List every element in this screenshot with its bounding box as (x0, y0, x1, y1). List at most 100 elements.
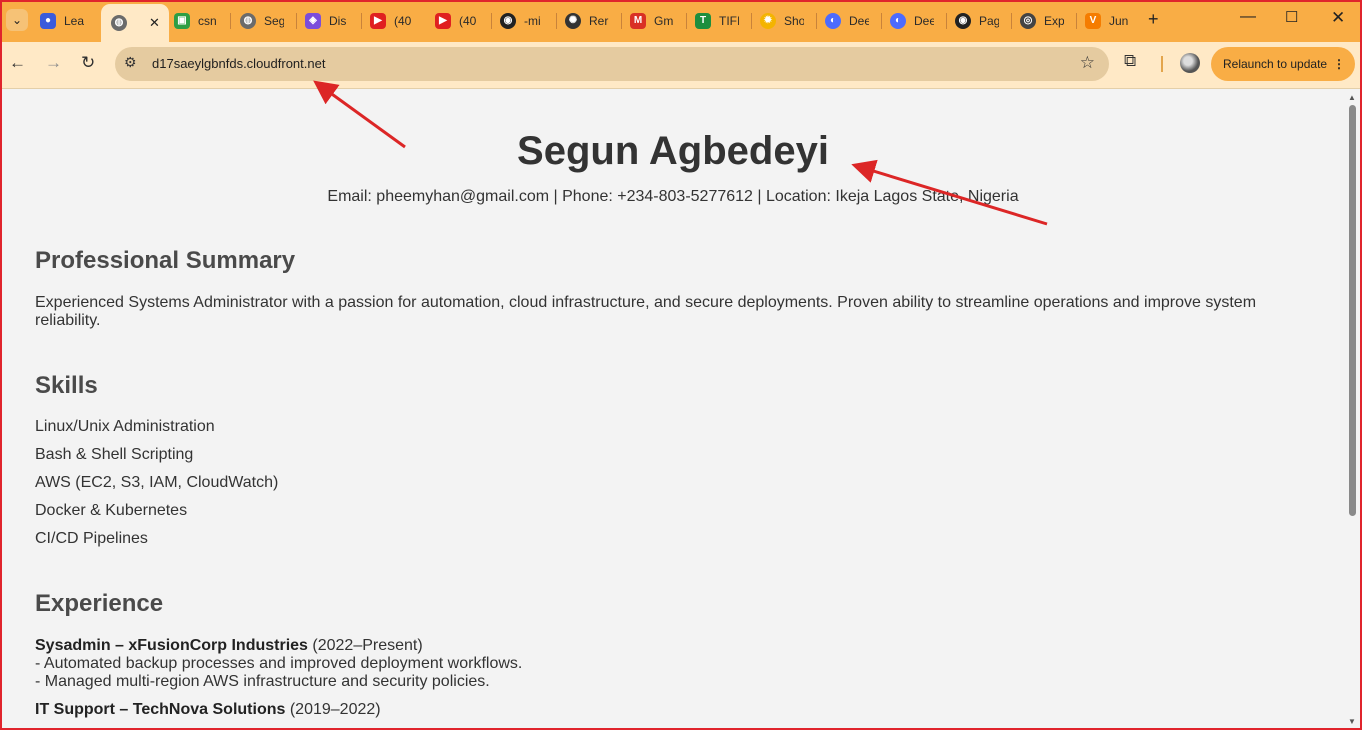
tab-separator (296, 13, 297, 29)
browser-tab[interactable]: ◐ Dee (890, 8, 942, 34)
reload-icon[interactable]: ↻ (81, 53, 95, 73)
tab-label: Lea (64, 14, 84, 28)
skill-item: Linux/Unix Administration (35, 418, 215, 435)
browser-toolbar: ← → ↻ ⚙ d17saeylgbnfds.cloudfront.net ☆ … (0, 42, 1362, 89)
close-window-icon[interactable]: ✕ (1331, 8, 1345, 28)
tab-separator (1011, 13, 1012, 29)
tab-label: csn (198, 14, 217, 28)
star-badge-icon: ✹ (760, 13, 776, 29)
browser-tab[interactable]: V Jun (1085, 8, 1137, 34)
tab-label: Jun (1109, 14, 1129, 28)
browser-tab[interactable]: ◉ -mi (500, 8, 552, 34)
youtube-icon: ▶ (435, 13, 451, 29)
tab-separator (230, 13, 231, 29)
browser-tab-active[interactable]: ◍ ✕ (101, 4, 169, 42)
browser-tab[interactable]: ◐ Dee (825, 8, 877, 34)
skill-item: AWS (EC2, S3, IAM, CloudWatch) (35, 474, 279, 491)
close-tab-icon[interactable]: ✕ (149, 15, 160, 31)
url-text[interactable]: d17saeylgbnfds.cloudfront.net (152, 56, 325, 71)
globe-icon: ◍ (111, 15, 127, 31)
tab-label: Dee (914, 14, 934, 28)
skill-item: CI/CD Pipelines (35, 530, 148, 547)
skill-item: Docker & Kubernetes (35, 502, 188, 519)
tab-separator (556, 13, 557, 29)
contact-line: Email: pheemyhan@gmail.com | Phone: +234… (327, 188, 1019, 205)
tab-separator (881, 13, 882, 29)
relaunch-label: Relaunch to update (1223, 57, 1328, 71)
tab-label: Exp (1044, 14, 1064, 28)
scroll-up-icon[interactable]: ▲ (1348, 93, 1356, 102)
tab-separator (491, 13, 492, 29)
job-entry: Sysadmin – xFusionCorp Industries (2022–… (35, 637, 522, 691)
openai-icon: ✺ (565, 13, 581, 29)
forward-icon[interactable]: → (45, 53, 62, 73)
tab-label: Gm (654, 14, 674, 28)
tab-label: Sho (784, 14, 804, 28)
tab-favicon-icon: ◎ (1020, 13, 1036, 29)
tab-label: Dee (849, 14, 869, 28)
browser-tab[interactable]: M Gm (630, 8, 682, 34)
tab-favicon-icon: ● (40, 13, 56, 29)
browser-tab[interactable]: ◈ Dis (305, 8, 357, 34)
sheets-icon: T (695, 13, 711, 29)
vertical-scrollbar[interactable]: ▲ ▼ (1344, 89, 1360, 728)
minimize-icon[interactable]: — (1240, 8, 1256, 26)
scroll-down-icon[interactable]: ▼ (1348, 717, 1356, 726)
gmail-icon: M (630, 13, 646, 29)
summary-text: Experienced Systems Administrator with a… (35, 294, 1257, 329)
tab-favicon-icon: ◈ (305, 13, 321, 29)
tab-separator (816, 13, 817, 29)
browser-tab[interactable]: ◎ Exp (1020, 8, 1072, 34)
new-tab-icon[interactable]: + (1148, 9, 1159, 30)
tab-separator (621, 13, 622, 29)
tab-search-chevron-icon[interactable]: ⌄ (6, 9, 28, 31)
job-bullet: - Managed multi-region AWS infrastructur… (35, 673, 490, 690)
tab-label: Pag (979, 14, 999, 28)
job-title: IT Support – TechNova Solutions (35, 701, 286, 718)
job-entry: IT Support – TechNova Solutions (2019–20… (35, 701, 381, 719)
tab-separator (946, 13, 947, 29)
relaunch-to-update-button[interactable]: Relaunch to update ⋮ (1211, 47, 1355, 81)
tab-strip: ⌄ ● Lea ◍ ✕ ▣ csn ◍ Seg ◈ Dis ▶ (40 ▶ (4… (0, 0, 1362, 42)
extensions-puzzle-icon[interactable]: ⧉ (1124, 51, 1136, 71)
back-icon[interactable]: ← (9, 53, 26, 73)
youtube-icon: ▶ (370, 13, 386, 29)
browser-tab[interactable]: ● Lea (40, 8, 92, 34)
page-content: Segun Agbedeyi Email: pheemyhan@gmail.co… (2, 89, 1344, 728)
tab-separator (361, 13, 362, 29)
github-icon: ◉ (955, 13, 971, 29)
browser-tab[interactable]: ◉ Pag (955, 8, 1007, 34)
address-bar[interactable]: ⚙ d17saeylgbnfds.cloudfront.net ☆ (115, 47, 1109, 81)
toolbar-separator (1161, 56, 1163, 72)
tab-label: (40 (459, 14, 477, 28)
tab-separator (1076, 13, 1077, 29)
maximize-icon[interactable]: ☐ (1285, 8, 1298, 26)
job-period: (2022–Present) (312, 637, 423, 654)
site-info-icon[interactable]: ⚙ (124, 54, 137, 71)
tab-favicon-icon: V (1085, 13, 1101, 29)
browser-tab[interactable]: ◍ Seg (240, 8, 292, 34)
tab-separator (751, 13, 752, 29)
browser-tab[interactable]: T TIFI (695, 8, 747, 34)
deepseek-icon: ◐ (825, 13, 841, 29)
github-icon: ◉ (500, 13, 516, 29)
browser-tab[interactable]: ▶ (40 (435, 8, 487, 34)
browser-tab[interactable]: ✹ Sho (760, 8, 812, 34)
resume-name: Segun Agbedeyi (517, 129, 829, 173)
browser-tab[interactable]: ▣ csn (174, 8, 226, 34)
more-menu-icon[interactable]: ⋮ (1333, 47, 1345, 81)
browser-tab[interactable]: ▶ (40 (370, 8, 422, 34)
job-bullet: - Automated backup processes and improve… (35, 655, 523, 672)
tab-label: Dis (329, 14, 347, 28)
job-title: Sysadmin – xFusionCorp Industries (35, 637, 308, 654)
browser-tab[interactable]: ✺ Rer (565, 8, 617, 34)
tab-label: TIFI (719, 14, 739, 28)
job-period: (2019–2022) (289, 701, 381, 718)
skill-item: Bash & Shell Scripting (35, 446, 194, 463)
tab-separator (686, 13, 687, 29)
bookmark-star-icon[interactable]: ☆ (1080, 53, 1095, 73)
scrollbar-thumb[interactable] (1349, 105, 1356, 516)
profile-avatar[interactable] (1180, 53, 1200, 73)
tab-label: -mi (524, 14, 541, 28)
skills-heading: Skills (35, 372, 98, 399)
